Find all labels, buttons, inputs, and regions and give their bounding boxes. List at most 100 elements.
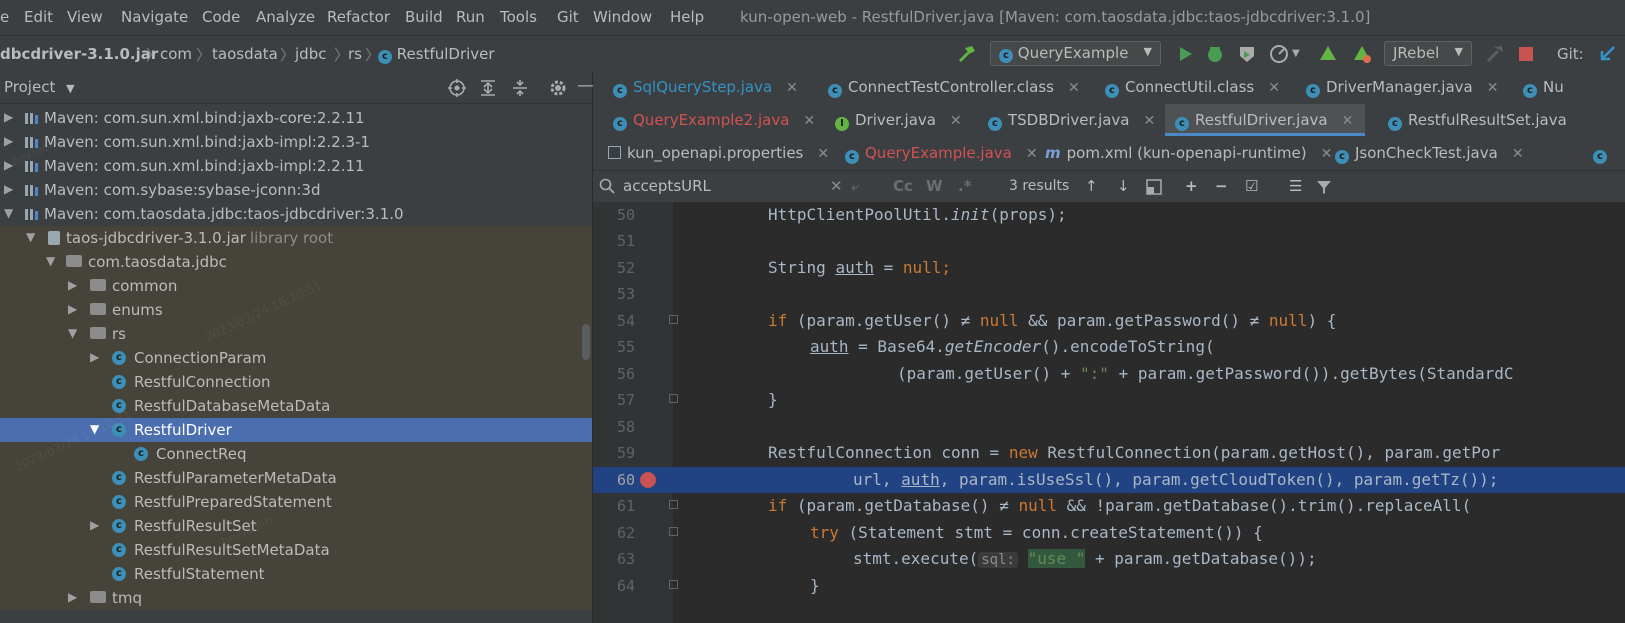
tab-driver[interactable]: I Driver.java ✕ — [835, 104, 970, 136]
tree-item[interactable]: ▼ Maven: com.taosdata.jdbc:taos-jdbcdriv… — [0, 202, 592, 226]
chevron-right-icon[interactable]: ▶ — [4, 182, 13, 196]
run-config-select[interactable]: c QueryExample ▼ — [990, 41, 1161, 66]
chevron-right-icon[interactable]: ▶ — [4, 134, 13, 148]
tab-queryexample2[interactable]: c QueryExample2.java ✕ — [613, 104, 818, 136]
tree-item[interactable]: ▼ rs — [0, 322, 592, 346]
jrebel-run-icon[interactable] — [1316, 42, 1340, 66]
code-line-current[interactable]: 60 url, auth, param.isUseSsl(), param.ge… — [593, 467, 1625, 493]
stop-icon[interactable] — [1516, 42, 1536, 66]
breadcrumb-jdbc[interactable]: jdbc — [295, 45, 326, 63]
run-icon[interactable] — [1175, 42, 1195, 66]
tree-item[interactable]: ▶ c RestfulResultSet — [0, 514, 592, 538]
filter-icon[interactable] — [1316, 179, 1332, 195]
tab-drivermanager[interactable]: c DriverManager.java ✕ — [1306, 71, 1506, 103]
tab-pom-xml[interactable]: m pom.xml (kun-openapi-runtime) ✕ — [1045, 137, 1332, 169]
chevron-right-icon[interactable]: ▶ — [4, 110, 13, 124]
hammer-build-icon[interactable] — [955, 42, 979, 66]
tree-item[interactable]: ▶ tmq — [0, 586, 592, 610]
close-icon[interactable]: ✕ — [1321, 146, 1333, 162]
search-input[interactable]: acceptsURL — [623, 177, 711, 195]
tree-item[interactable]: ▼ com.taosdata.jdbc — [0, 250, 592, 274]
code-line[interactable]: 64 } — [593, 573, 1625, 599]
code-line[interactable]: 59 RestfulConnection conn = new RestfulC… — [593, 440, 1625, 466]
tree-item[interactable]: c RestfulConnection — [0, 370, 592, 394]
chevron-down-icon[interactable]: ▼ — [26, 230, 35, 244]
breadcrumb-jar[interactable]: dbcdriver-3.1.0.jar — [0, 45, 158, 63]
fold-icon[interactable] — [669, 315, 678, 324]
close-icon[interactable]: ✕ — [1487, 80, 1499, 96]
close-icon[interactable]: ✕ — [1342, 113, 1354, 129]
tree-item[interactable]: ▶ c ConnectionParam — [0, 346, 592, 370]
fold-icon[interactable] — [669, 394, 678, 403]
code-line[interactable]: 63 stmt.execute(sql: "use " + param.getD… — [593, 546, 1625, 572]
tree-item[interactable]: ▶ Maven: com.sybase:sybase-jconn:3d — [0, 178, 592, 202]
code-line[interactable]: 61 if (param.getDatabase() ≠ null && !pa… — [593, 493, 1625, 519]
chevron-down-icon[interactable]: ▼ — [4, 206, 13, 220]
tree-item[interactable]: ▶ Maven: com.sun.xml.bind:jaxb-impl:2.2.… — [0, 130, 592, 154]
menu-code[interactable]: Code — [202, 8, 240, 26]
chevron-right-icon[interactable]: ▶ — [4, 158, 13, 172]
breakpoint-icon[interactable] — [640, 472, 656, 488]
breadcrumb-rs[interactable]: rs — [348, 45, 362, 63]
scrollbar-thumb[interactable] — [582, 324, 590, 360]
tree-item[interactable]: ▶ Maven: com.sun.xml.bind:jaxb-core:2.2.… — [0, 106, 592, 130]
tab-jsonchecktest[interactable]: c JsonCheckTest.java ✕ — [1335, 137, 1525, 169]
project-panel-title[interactable]: Project ▼ — [4, 78, 75, 96]
chevron-right-icon[interactable]: ▶ — [68, 278, 77, 292]
chevron-down-icon[interactable]: ▼ — [68, 326, 77, 340]
remove-occurrence-icon[interactable]: − — [1215, 177, 1228, 195]
previous-occurrence-icon[interactable]: ↑ — [1085, 177, 1098, 195]
code-line[interactable]: 51 — [593, 228, 1625, 254]
expand-all-icon[interactable] — [478, 78, 498, 98]
code-line[interactable]: 50 HttpClientPoolUtil.init(props); — [593, 202, 1625, 228]
tab-kun-openapi-properties[interactable]: kun_openapi.properties ✕ — [608, 137, 838, 169]
tree-item[interactable]: ▼ taos-jdbcdriver-3.1.0.jar library root — [0, 226, 592, 250]
code-line[interactable]: 54 if (param.getUser() ≠ null && param.g… — [593, 308, 1625, 334]
code-line[interactable]: 55 auth = Base64.getEncoder().encodeToSt… — [593, 334, 1625, 360]
breadcrumb-com[interactable]: com — [160, 45, 192, 63]
close-icon[interactable]: ✕ — [786, 80, 798, 96]
menu-build[interactable]: Build — [405, 8, 443, 26]
chevron-down-icon[interactable]: ▼ — [46, 254, 55, 268]
select-occurrences-icon[interactable]: ☑ — [1245, 177, 1258, 195]
whole-words-toggle[interactable]: W — [926, 177, 943, 195]
tab-nu[interactable]: c Nu — [1523, 71, 1623, 103]
code-line[interactable]: 58 — [593, 414, 1625, 440]
add-occurrence-icon[interactable]: + — [1185, 177, 1198, 195]
tree-item[interactable]: c RestfulStatement — [0, 562, 592, 586]
close-icon[interactable]: ✕ — [1026, 146, 1038, 162]
tree-item[interactable]: c RestfulPreparedStatement — [0, 490, 592, 514]
tree-item-selected[interactable]: ▼ c RestfulDriver — [0, 418, 592, 442]
close-icon[interactable]: ✕ — [803, 113, 815, 129]
code-line[interactable]: 53 — [593, 281, 1625, 307]
git-update-icon[interactable] — [1597, 42, 1619, 66]
tree-item[interactable]: c RestfulParameterMetaData — [0, 466, 592, 490]
filter-search-results-icon[interactable]: ☰ — [1289, 177, 1302, 195]
tab-queryexample[interactable]: c QueryExample.java ✕ — [845, 137, 1038, 169]
gear-icon[interactable] — [548, 78, 568, 98]
fold-icon[interactable] — [669, 580, 678, 589]
code-line[interactable]: 56 (param.getUser() + ":" + param.getPas… — [593, 361, 1625, 387]
code-line[interactable]: 52 String auth = null; — [593, 255, 1625, 281]
search-history-icon[interactable]: ⤶ — [851, 177, 859, 195]
tab-connecttestcontroller[interactable]: c ConnectTestController.class ✕ — [828, 71, 1093, 103]
fold-icon[interactable] — [669, 527, 678, 536]
tree-item[interactable]: c ConnectReq — [0, 442, 592, 466]
menu-tools[interactable]: Tools — [500, 8, 537, 26]
chevron-right-icon[interactable]: ▶ — [90, 350, 99, 364]
hammer-rebuild-icon[interactable] — [1484, 42, 1506, 66]
menu-git[interactable]: Git — [557, 8, 579, 26]
breadcrumb-taosdata[interactable]: taosdata — [212, 45, 278, 63]
code-editor[interactable]: 50 HttpClientPoolUtil.init(props); 51 52… — [593, 202, 1625, 623]
chevron-right-icon[interactable]: ▶ — [68, 590, 77, 604]
menu-window[interactable]: Window — [593, 8, 652, 26]
close-icon[interactable]: ✕ — [1268, 80, 1280, 96]
locate-icon[interactable] — [447, 78, 467, 98]
menu-file[interactable]: e — [0, 8, 9, 26]
tab-restfulresultset[interactable]: c RestfulResultSet.java — [1388, 104, 1625, 136]
tree-item[interactable]: ▶ common — [0, 274, 592, 298]
close-icon[interactable]: ✕ — [1068, 80, 1080, 96]
menu-run[interactable]: Run — [456, 8, 485, 26]
tree-item[interactable]: c RestfulDatabaseMetaData — [0, 394, 592, 418]
menu-help[interactable]: Help — [670, 8, 704, 26]
